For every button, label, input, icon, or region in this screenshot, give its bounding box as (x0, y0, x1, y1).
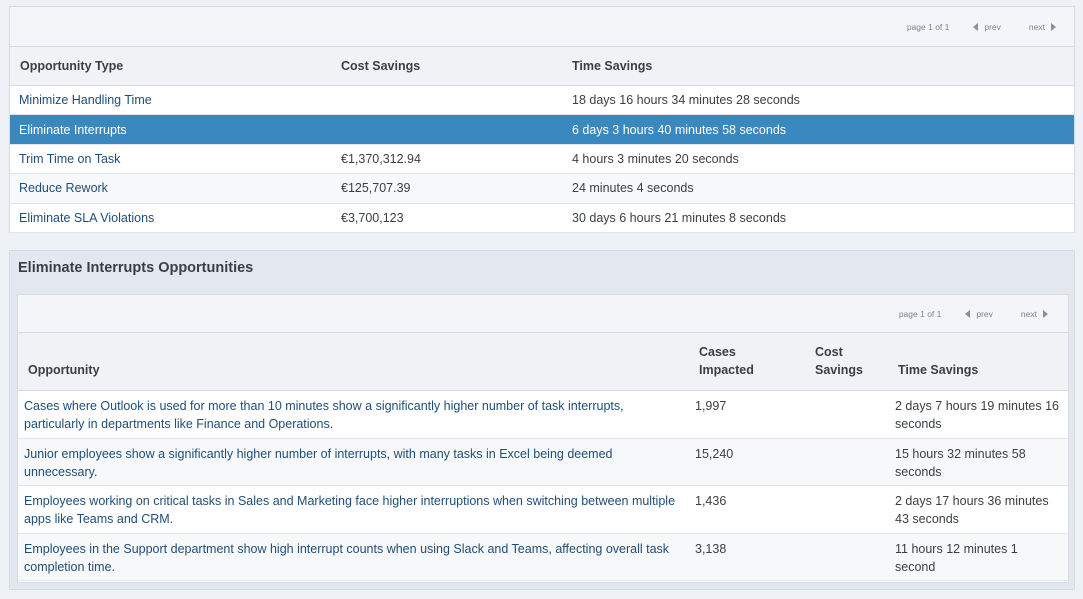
table-row[interactable]: Junior employees show a significantly hi… (18, 438, 1068, 486)
cases-impacted-cell: 3,138 (695, 541, 727, 556)
time-savings-cell: 2 days 17 hours 36 minutes 43 seconds (895, 494, 1049, 526)
chevron-right-icon (1051, 22, 1056, 31)
chevron-left-icon (973, 22, 979, 31)
time-savings-cell: 11 hours 12 minutes 1 second (895, 541, 1018, 574)
prev-label: prev (976, 308, 993, 319)
page-info: page 1 of 1 (906, 21, 950, 32)
table-row[interactable]: Eliminate SLA Violations €3,700,123 30 d… (10, 204, 1074, 233)
time-savings-cell: 30 days 6 hours 21 minutes 8 seconds (572, 210, 787, 225)
column-header-time-savings[interactable]: Time Savings (895, 333, 1068, 390)
header-label: Cost Savings (815, 345, 863, 377)
table-header: Opportunity Cases Impacted Cost Savings Ti… (18, 333, 1068, 391)
time-savings-cell: 6 days 3 hours 40 minutes 58 seconds (572, 122, 787, 137)
table-row[interactable]: Minimize Handling Time 18 days 16 hours … (10, 86, 1074, 116)
chevron-left-icon (965, 309, 971, 318)
opportunity-type-link[interactable]: Trim Time on Task (19, 152, 120, 166)
next-button[interactable]: next (1029, 22, 1056, 32)
table-row-selected[interactable]: Eliminate Interrupts 6 days 3 hours 40 m… (10, 115, 1074, 145)
cases-impacted-cell: 1,997 (695, 399, 727, 413)
table-body: Cases where Outlook is used for more tha… (18, 391, 1068, 581)
opportunity-link[interactable]: Junior employees show a significantly hi… (24, 447, 613, 479)
column-header-opportunity-type[interactable]: Opportunity Type (10, 59, 336, 73)
cost-savings-cell: €1,370,312.94 (341, 151, 421, 166)
top-pager: page 1 of 1 prev next (10, 7, 1074, 47)
cases-impacted-cell: 1,436 (695, 494, 727, 508)
table-row[interactable]: Employees working on critical tasks in S… (18, 486, 1068, 534)
page-info: page 1 of 1 (898, 308, 942, 319)
table-body: Minimize Handling Time 18 days 16 hours … (10, 86, 1074, 233)
table-header: Opportunity Type Cost Savings Time Savin… (10, 47, 1074, 86)
opportunity-type-link[interactable]: Reduce Rework (19, 181, 108, 195)
header-label: Time Savings (898, 363, 979, 377)
opportunity-type-link[interactable]: Eliminate Interrupts (19, 123, 127, 137)
time-savings-cell: 15 hours 32 minutes 58 seconds (895, 446, 1026, 479)
next-label: next (1028, 21, 1045, 32)
opportunity-types-table: page 1 of 1 prev next Opportunity Type C… (9, 6, 1075, 233)
opportunities-table: page 1 of 1 prev next Opportunity Cases I… (17, 294, 1069, 583)
section-title: Eliminate Interrupts Opportunities (18, 260, 254, 276)
time-savings-cell: 18 days 16 hours 34 minutes 28 seconds (572, 93, 800, 108)
opportunity-type-link[interactable]: Eliminate SLA Violations (19, 211, 154, 225)
time-savings-cell: 24 minutes 4 seconds (572, 181, 694, 196)
table-row[interactable]: Cases where Outlook is used for more tha… (18, 391, 1068, 439)
column-header-cost-savings[interactable]: Cost Savings (336, 59, 566, 73)
chevron-right-icon (1043, 309, 1048, 318)
prev-button[interactable]: prev (965, 309, 993, 319)
header-label: Cases Impacted (699, 345, 754, 377)
column-header-opportunity[interactable]: Opportunity (18, 333, 695, 390)
time-savings-cell: 4 hours 3 minutes 20 seconds (572, 151, 739, 166)
detail-pager: page 1 of 1 prev next (18, 295, 1068, 333)
table-row[interactable]: Employees in the Support department show… (18, 533, 1068, 581)
column-header-cost-savings[interactable]: Cost Savings (803, 333, 895, 390)
next-button[interactable]: next (1021, 309, 1048, 319)
column-header-cases-impacted[interactable]: Cases Impacted (695, 333, 803, 390)
cost-savings-cell: €125,707.39 (341, 181, 411, 196)
opportunity-link[interactable]: Employees in the Support department show… (24, 542, 669, 574)
opportunity-link[interactable]: Cases where Outlook is used for more tha… (24, 399, 624, 431)
cases-impacted-cell: 15,240 (695, 446, 734, 461)
opportunity-link[interactable]: Employees working on critical tasks in S… (24, 494, 675, 526)
next-label: next (1020, 308, 1037, 319)
prev-label: prev (984, 21, 1001, 32)
opportunity-type-link[interactable]: Minimize Handling Time (19, 93, 152, 107)
column-header-time-savings[interactable]: Time Savings (566, 59, 1074, 73)
header-label: Opportunity (28, 363, 100, 377)
time-savings-cell: 2 days 7 hours 19 minutes 16 seconds (895, 399, 1059, 431)
prev-button[interactable]: prev (973, 22, 1001, 32)
table-row[interactable]: Reduce Rework €125,707.39 24 minutes 4 s… (10, 174, 1074, 204)
table-row[interactable]: Trim Time on Task €1,370,312.94 4 hours … (10, 145, 1074, 175)
cost-savings-cell: €3,700,123 (341, 210, 404, 225)
opportunities-detail-panel: Eliminate Interrupts Opportunities page … (9, 250, 1075, 590)
